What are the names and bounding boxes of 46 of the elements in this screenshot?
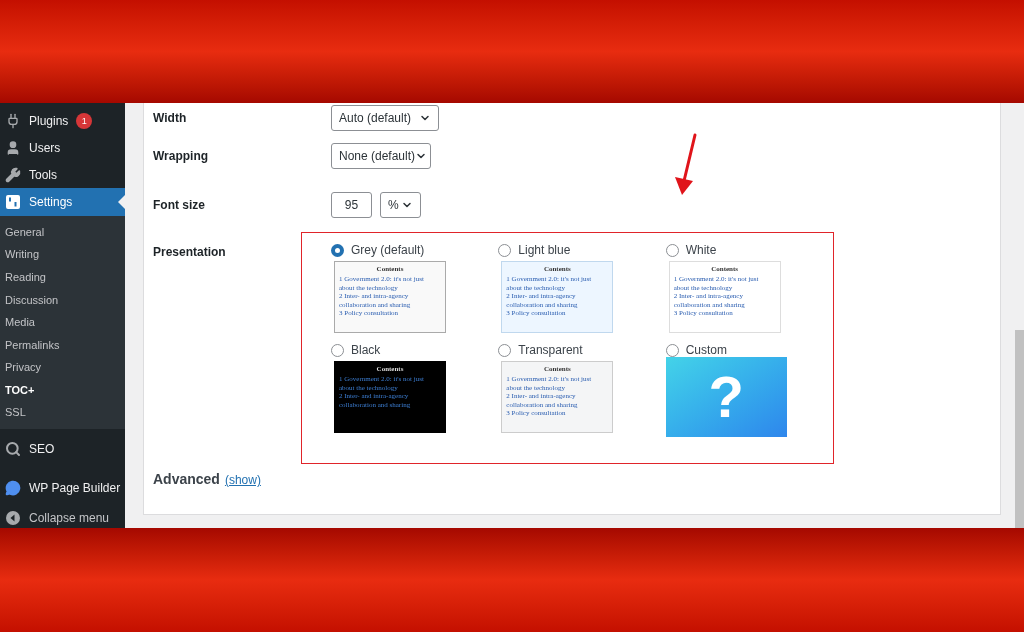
field-label: Font size [153, 197, 206, 214]
menu-item[interactable]: WP Page Builder [0, 468, 125, 508]
radio-button[interactable] [331, 343, 344, 357]
font-size-input[interactable]: 95 [331, 192, 372, 218]
section-heading: Advanced [153, 470, 220, 489]
submenu-item[interactable]: Privacy [0, 356, 125, 379]
unit-select[interactable]: % [380, 192, 421, 218]
wrench-icon [5, 166, 21, 183]
chat-bubble-icon [5, 480, 21, 496]
submenu-item[interactable]: TOC+ [0, 378, 125, 402]
option-label: Grey (default) [351, 242, 425, 259]
submenu-item[interactable]: Permalinks [0, 333, 125, 357]
option-label: Black [351, 342, 381, 359]
field-label: Presentation [153, 244, 227, 261]
update-count-badge: 1 [76, 113, 93, 130]
menu-item[interactable]: Settings [0, 188, 125, 216]
show-link[interactable]: (show) [224, 471, 261, 489]
submenu-item[interactable]: Media [0, 311, 125, 334]
option-label: White [685, 242, 717, 259]
search-icon [5, 441, 21, 457]
plug-icon [5, 113, 21, 130]
menu-item[interactable]: SEO [0, 434, 125, 464]
field-label: Width [153, 110, 188, 127]
question-mark: ? [708, 368, 744, 426]
menu-item[interactable]: Collapse menu [0, 508, 125, 528]
menu-item[interactable]: Users [0, 134, 125, 162]
radio-button[interactable] [665, 343, 679, 357]
field-label: Wrapping [153, 148, 210, 165]
option-label: Custom [685, 342, 727, 359]
submenu-item[interactable]: Writing [0, 243, 125, 266]
option-label: Transparent [518, 342, 583, 359]
radio-button[interactable] [498, 343, 512, 357]
radio-button[interactable] [498, 243, 512, 257]
option-label: Light blue [518, 242, 571, 259]
radio-button[interactable] [331, 243, 344, 257]
menu-item[interactable]: Tools [0, 161, 125, 188]
wrapping-select[interactable]: None (default) [331, 143, 431, 169]
submenu-item[interactable]: Discussion [0, 288, 125, 312]
submenu-item[interactable]: General [0, 220, 125, 244]
radio-button[interactable] [665, 243, 679, 257]
submenu-item[interactable]: Reading [0, 265, 125, 289]
menu-item[interactable]: Plugins 1 [0, 108, 125, 135]
submenu-item[interactable]: SSL [0, 401, 125, 424]
user-icon [5, 140, 21, 156]
width-select[interactable]: Auto (default) [331, 105, 439, 131]
settings-icon [5, 193, 21, 210]
